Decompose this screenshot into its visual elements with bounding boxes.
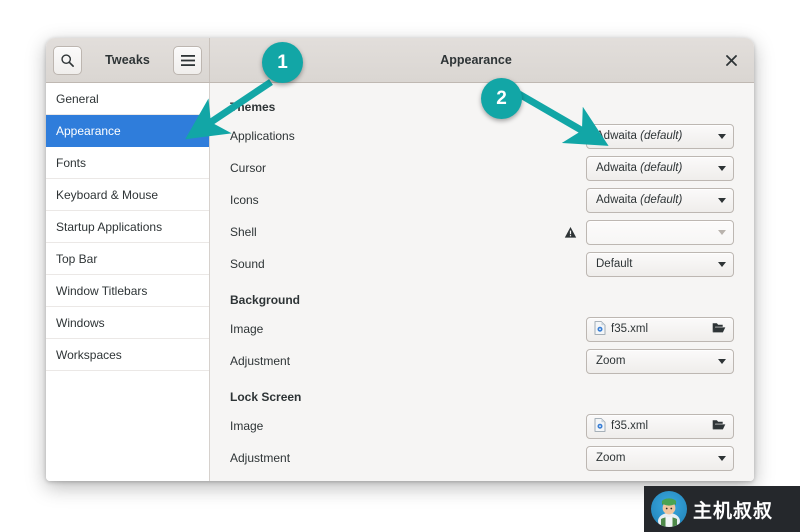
menu-button[interactable] (173, 45, 202, 75)
sidebar: General Appearance Fonts Keyboard & Mouse St… (46, 83, 210, 481)
lock-screen-adjustment-combo[interactable]: Zoom (586, 445, 734, 471)
search-button[interactable] (53, 45, 82, 75)
themes-applications-combo[interactable]: Adwaita (default) (586, 123, 734, 149)
settings-row: Image f35.xml (230, 410, 734, 442)
settings-row: Icons Adwaita (default) (230, 184, 734, 216)
sidebar-item-top-bar[interactable]: Top Bar (46, 243, 209, 275)
annotation-badge-1: 1 (262, 42, 303, 83)
combo-value-text: Adwaita (596, 162, 637, 174)
xml-file-icon (594, 417, 606, 435)
combo-value-label: Adwaita (default) (596, 162, 712, 174)
tweaks-window: Tweaks Appearance General Appearance Fonts… (46, 38, 754, 481)
file-name-label: f35.xml (611, 420, 649, 432)
combo-value-label: Adwaita (default) (596, 194, 712, 206)
themes-cursor-combo[interactable]: Adwaita (default) (586, 155, 734, 181)
sidebar-item-label: Startup Applications (56, 219, 163, 234)
themes-sound-combo[interactable]: Default (586, 251, 734, 277)
sidebar-item-startup-applications[interactable]: Startup Applications (46, 211, 209, 243)
lock-screen-image-file-button[interactable]: f35.xml (586, 413, 734, 439)
sidebar-item-label: Workspaces (56, 347, 122, 362)
themes-icons-combo[interactable]: Adwaita (default) (586, 187, 734, 213)
settings-row: Sound Default (230, 248, 734, 280)
row-label: Cursor (230, 161, 267, 175)
sidebar-item-general[interactable]: General (46, 83, 209, 115)
sidebar-item-label: Fonts (56, 155, 87, 170)
window-body: General Appearance Fonts Keyboard & Mouse St… (46, 83, 754, 481)
chevron-down-icon (718, 197, 726, 203)
settings-row: Shell (230, 216, 734, 248)
settings-row: Cursor Adwaita (default) (230, 152, 734, 184)
sidebar-item-appearance[interactable]: Appearance (46, 115, 209, 147)
chevron-down-icon (718, 358, 726, 364)
row-label: Adjustment (230, 451, 291, 465)
sidebar-item-workspaces[interactable]: Workspaces (46, 339, 209, 371)
watermark-text: 主机叔叔 (693, 499, 774, 522)
sidebar-item-label: Window Titlebars (56, 283, 148, 298)
mascot-figure-icon (658, 498, 680, 527)
chevron-down-icon (718, 133, 726, 139)
row-label: Image (230, 322, 264, 336)
sidebar-item-label: Keyboard & Mouse (56, 187, 159, 202)
watermark-logo: 主机叔叔 (644, 486, 800, 532)
combo-value-text: Zoom (596, 355, 626, 367)
row-label: Icons (230, 193, 259, 207)
combo-value-default-tag: (default) (640, 194, 683, 206)
mascot-avatar-icon (651, 491, 687, 527)
row-label: Applications (230, 129, 295, 143)
xml-file-icon (594, 320, 606, 338)
header-bar: Tweaks Appearance (46, 38, 754, 83)
background-adjustment-combo[interactable]: Zoom (586, 348, 734, 374)
close-icon (725, 54, 737, 66)
settings-row: Image f35.xml (230, 313, 734, 345)
combo-value-label: Zoom (596, 355, 712, 367)
search-icon (61, 53, 74, 67)
combo-value-label: Zoom (596, 452, 712, 464)
background-image-file-button[interactable]: f35.xml (586, 316, 734, 342)
row-label: Shell (230, 225, 257, 239)
combo-value-text: Default (596, 258, 633, 270)
row-label: Sound (230, 257, 265, 271)
sidebar-item-label: Top Bar (56, 251, 98, 266)
settings-row: Adjustment Zoom (230, 442, 734, 474)
combo-value-text: Zoom (596, 452, 626, 464)
sidebar-item-label: Windows (56, 315, 105, 330)
file-name-label: f35.xml (611, 323, 649, 335)
warning-triangle-icon (564, 226, 577, 239)
annotation-badge-2: 2 (481, 78, 522, 119)
open-folder-icon[interactable] (712, 418, 726, 434)
chevron-down-icon (718, 229, 726, 235)
chevron-down-icon (718, 165, 726, 171)
sidebar-item-fonts[interactable]: Fonts (46, 147, 209, 179)
combo-value-text: Adwaita (596, 130, 637, 142)
chevron-down-icon (718, 455, 726, 461)
themes-shell-combo[interactable] (586, 219, 734, 245)
combo-value-default-tag: (default) (640, 162, 683, 174)
settings-row: Adjustment Zoom (230, 345, 734, 377)
group-title-lock-screen: Lock Screen (230, 390, 302, 404)
group-title-background: Background (230, 293, 301, 307)
sidebar-item-window-titlebars[interactable]: Window Titlebars (46, 275, 209, 307)
chevron-down-icon (718, 261, 726, 267)
row-label: Image (230, 419, 264, 433)
close-button[interactable] (720, 49, 742, 71)
combo-value-label: Default (596, 258, 712, 270)
open-folder-icon[interactable] (712, 321, 726, 337)
combo-value-label: Adwaita (default) (596, 130, 712, 142)
app-title: Tweaks (105, 53, 150, 67)
settings-row: Applications Adwaita (default) (230, 120, 734, 152)
row-label: Adjustment (230, 354, 291, 368)
header-bar-left: Tweaks (46, 38, 210, 82)
combo-value-default-tag: (default) (640, 130, 683, 142)
settings-panel: Themes Applications Adwaita (default) Curso… (210, 83, 754, 481)
sidebar-item-label: Appearance (56, 123, 121, 138)
sidebar-item-label: General (56, 91, 99, 106)
combo-value-text: Adwaita (596, 194, 637, 206)
sidebar-item-windows[interactable]: Windows (46, 307, 209, 339)
hamburger-menu-icon (180, 54, 195, 66)
sidebar-item-keyboard-mouse[interactable]: Keyboard & Mouse (46, 179, 209, 211)
